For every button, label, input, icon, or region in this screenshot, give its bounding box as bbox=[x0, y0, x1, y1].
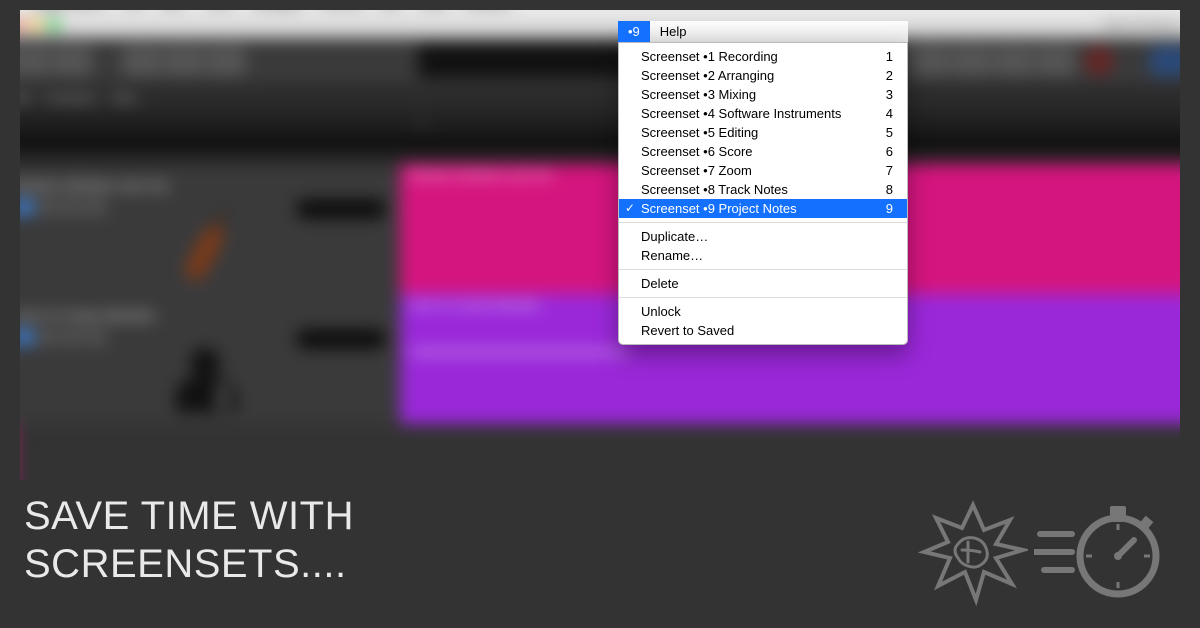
play-button[interactable] bbox=[1036, 46, 1076, 76]
rewind-button[interactable] bbox=[910, 46, 950, 76]
window-titlebar: Music Producer bbox=[20, 12, 1180, 38]
input-monitor-button[interactable] bbox=[86, 199, 106, 215]
timeline-ruler[interactable]: 1 2 bbox=[20, 112, 1180, 136]
marker-row[interactable] bbox=[20, 136, 1180, 148]
region-label: How To Create Melodies bbox=[410, 298, 541, 312]
menu-item-screenset-4[interactable]: Screenset •4 Software Instruments4 bbox=[619, 104, 907, 123]
caption-line1: SAVE TIME WITH bbox=[24, 492, 354, 540]
menu-item-duplicate[interactable]: Duplicate… bbox=[619, 227, 907, 246]
mute-button[interactable] bbox=[38, 199, 58, 215]
control-toolbar bbox=[20, 38, 1180, 84]
menu-item-screenset-7[interactable]: Screenset •7 Zoom7 bbox=[619, 161, 907, 180]
menu-item-revert[interactable]: Revert to Saved bbox=[619, 321, 907, 340]
checkmark-icon: ✓ bbox=[625, 201, 635, 215]
menu-item-screenset-3[interactable]: Screenset •3 Mixing3 bbox=[619, 85, 907, 104]
menu-item-screenset-1[interactable]: Screenset •1 Recording1 bbox=[619, 47, 907, 66]
sub-functions[interactable]: Functions bbox=[45, 91, 97, 105]
minimize-button[interactable] bbox=[29, 19, 41, 31]
track-header[interactable]: How To Create Melodies bbox=[20, 294, 400, 424]
menu-item-delete[interactable]: Delete bbox=[619, 274, 907, 293]
menu-item-screenset-5[interactable]: Screenset •5 Editing5 bbox=[619, 123, 907, 142]
input-monitor-button[interactable] bbox=[86, 329, 106, 345]
library-button[interactable] bbox=[20, 46, 50, 76]
caption: SAVE TIME WITH SCREENSETS.... bbox=[24, 492, 354, 588]
region-label: Melodic Definition and Use bbox=[410, 168, 553, 182]
volume-fader[interactable] bbox=[296, 199, 386, 219]
notes-button[interactable] bbox=[1150, 46, 1180, 76]
inspector-button[interactable] bbox=[52, 46, 92, 76]
volume-fader[interactable] bbox=[296, 329, 386, 349]
track-row[interactable]: How To Create Melodies How To Create Mel… bbox=[20, 294, 1180, 424]
menu-item-unlock[interactable]: Unlock bbox=[619, 302, 907, 321]
screensets-menu: •9 Help Screenset •1 Recording1 Screense… bbox=[618, 21, 908, 345]
violin-icon bbox=[160, 214, 250, 284]
track-row[interactable]: Melodic Definition and Use Melodic Defin… bbox=[20, 164, 1180, 294]
sub-edit[interactable]: Edit bbox=[20, 91, 31, 105]
menubar-help[interactable]: Help bbox=[650, 21, 697, 42]
stopwatch-speed-icon bbox=[1034, 498, 1164, 608]
menu-item-screenset-2[interactable]: Screenset •2 Arranging2 bbox=[619, 66, 907, 85]
screenset-indicator[interactable]: •9 bbox=[618, 21, 650, 42]
stop-button[interactable] bbox=[994, 46, 1034, 76]
solo-button[interactable] bbox=[62, 199, 82, 215]
menu-item-rename[interactable]: Rename… bbox=[619, 246, 907, 265]
toolbar-button[interactable] bbox=[122, 46, 162, 76]
menu-item-screenset-9[interactable]: ✓Screenset •9 Project Notes9 bbox=[619, 199, 907, 218]
forward-button[interactable] bbox=[952, 46, 992, 76]
solo-button[interactable] bbox=[62, 329, 82, 345]
brain-burst-icon bbox=[918, 500, 1028, 610]
ruler-mark: 1 bbox=[420, 118, 426, 130]
close-button[interactable] bbox=[20, 19, 22, 31]
caption-line2: SCREENSETS.... bbox=[24, 540, 354, 588]
record-enable-button[interactable] bbox=[20, 199, 34, 215]
menu-separator bbox=[619, 297, 907, 298]
tracks-subtoolbar: Edit Functions View bbox=[20, 84, 1180, 112]
zoom-button[interactable] bbox=[48, 19, 60, 31]
tracks-area: Melodic Definition and Use Melodic Defin… bbox=[20, 148, 1180, 424]
mute-button[interactable] bbox=[38, 329, 58, 345]
menu-separator bbox=[619, 222, 907, 223]
mixer-button[interactable] bbox=[206, 46, 246, 76]
window-title: Music Producer bbox=[1104, 19, 1180, 31]
record-enable-button[interactable] bbox=[20, 329, 34, 345]
dropdown-panel: Screenset •1 Recording1 Screenset •2 Arr… bbox=[618, 42, 908, 345]
track-header[interactable]: Melodic Definition and Use bbox=[20, 164, 400, 294]
sub-view[interactable]: View bbox=[111, 91, 137, 105]
smart-controls-button[interactable] bbox=[164, 46, 204, 76]
track-name: Melodic Definition and Use bbox=[20, 178, 386, 193]
menu-item-screenset-6[interactable]: Screenset •6 Score6 bbox=[619, 142, 907, 161]
record-button[interactable] bbox=[1084, 46, 1114, 76]
singer-icon bbox=[160, 344, 250, 414]
app-background: Logic Pro X File Edit Track Navigate Rec… bbox=[20, 10, 1180, 480]
menu-item-screenset-8[interactable]: Screenset •8 Track Notes8 bbox=[619, 180, 907, 199]
track-name: How To Create Melodies bbox=[20, 308, 386, 323]
menu-separator bbox=[619, 269, 907, 270]
waveform-icon bbox=[410, 350, 630, 354]
